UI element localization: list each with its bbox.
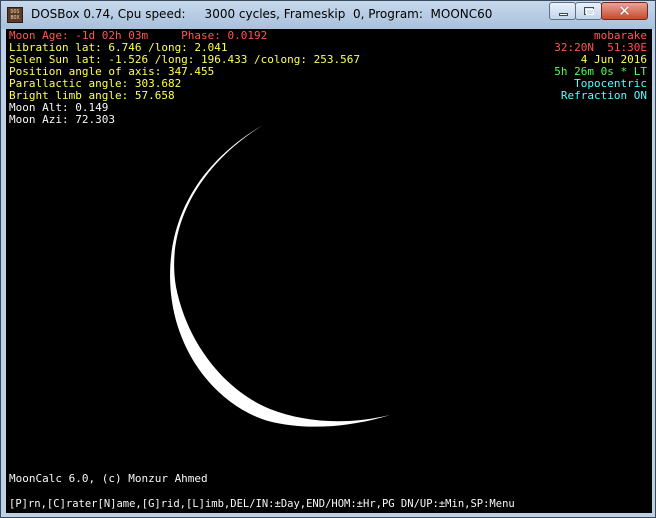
dosbox-window: DOS BOX DOSBox 0.74, Cpu speed: 3000 cyc… [0, 0, 656, 518]
maximize-icon [584, 7, 594, 15]
minimize-icon [559, 13, 568, 16]
close-icon: ✕ [618, 2, 631, 20]
app-icon-text-bottom: BOX [10, 15, 20, 21]
title-bar[interactable]: DOS BOX DOSBox 0.74, Cpu speed: 3000 cyc… [1, 1, 655, 29]
dos-screen[interactable]: Moon Age: -1d 02h 03m Phase: 0.0192 Libr… [6, 29, 652, 513]
moon-crescent-view [170, 125, 390, 427]
window-title: DOSBox 0.74, Cpu speed: 3000 cycles, Fra… [31, 7, 493, 21]
close-button[interactable]: ✕ [601, 2, 648, 20]
maximize-button[interactable] [575, 2, 602, 20]
moon-crescent [170, 125, 390, 427]
credit-line: MoonCalc 6.0, (c) Monzur Ahmed [9, 472, 208, 485]
minimize-button[interactable] [549, 2, 576, 20]
help-bar: [P]rn,[C]rater[N]ame,[G]rid,[L]imb,DEL/I… [9, 498, 515, 510]
dosbox-app-icon[interactable]: DOS BOX [7, 7, 23, 23]
